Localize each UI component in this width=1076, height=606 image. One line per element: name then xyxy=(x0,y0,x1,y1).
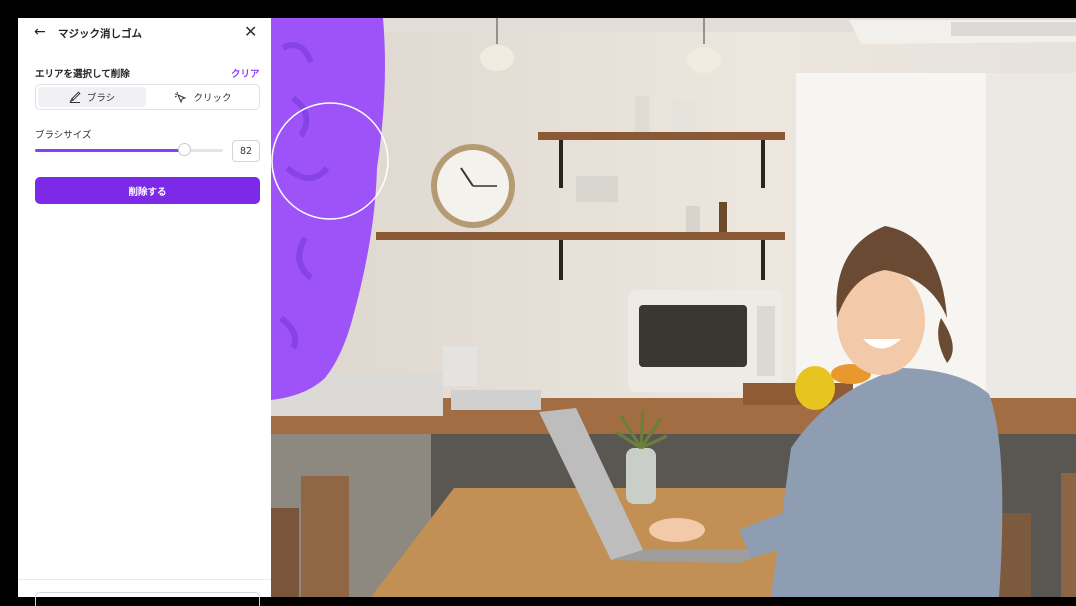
magic-eraser-panel: ← マジック消しゴム ✕ エリアを選択して削除 クリア ブラシ クリック ブラシ… xyxy=(18,18,271,606)
kitchen-photo xyxy=(271,18,1076,597)
mode-toggle: ブラシ クリック xyxy=(35,84,260,110)
slider-fill xyxy=(35,149,186,152)
clear-button[interactable]: クリア xyxy=(231,66,260,80)
brush-size-label: ブラシサイズ xyxy=(35,130,92,141)
brush-size-slider[interactable] xyxy=(35,143,223,156)
brush-size-input[interactable]: 82 xyxy=(232,140,260,162)
photo-canvas[interactable] xyxy=(271,18,1076,597)
panel-title: マジック消しゴム xyxy=(58,28,142,40)
erase-button[interactable]: 削除する xyxy=(35,177,260,204)
close-icon[interactable]: ✕ xyxy=(244,22,257,41)
footer-divider xyxy=(18,579,271,580)
click-sparkle-icon xyxy=(175,91,187,103)
brush-mode-button[interactable]: ブラシ xyxy=(38,87,146,107)
brush-mode-label: ブラシ xyxy=(86,93,116,104)
section-label: エリアを選択して削除 xyxy=(35,69,130,80)
click-mode-label: クリック xyxy=(193,93,232,104)
brush-icon xyxy=(69,91,81,103)
click-mode-button[interactable]: クリック xyxy=(149,87,257,107)
slider-thumb[interactable] xyxy=(178,143,192,156)
footer-button[interactable] xyxy=(35,592,260,606)
panel-header: ← マジック消しゴム ✕ xyxy=(18,18,271,48)
back-arrow-icon[interactable]: ← xyxy=(34,24,46,40)
